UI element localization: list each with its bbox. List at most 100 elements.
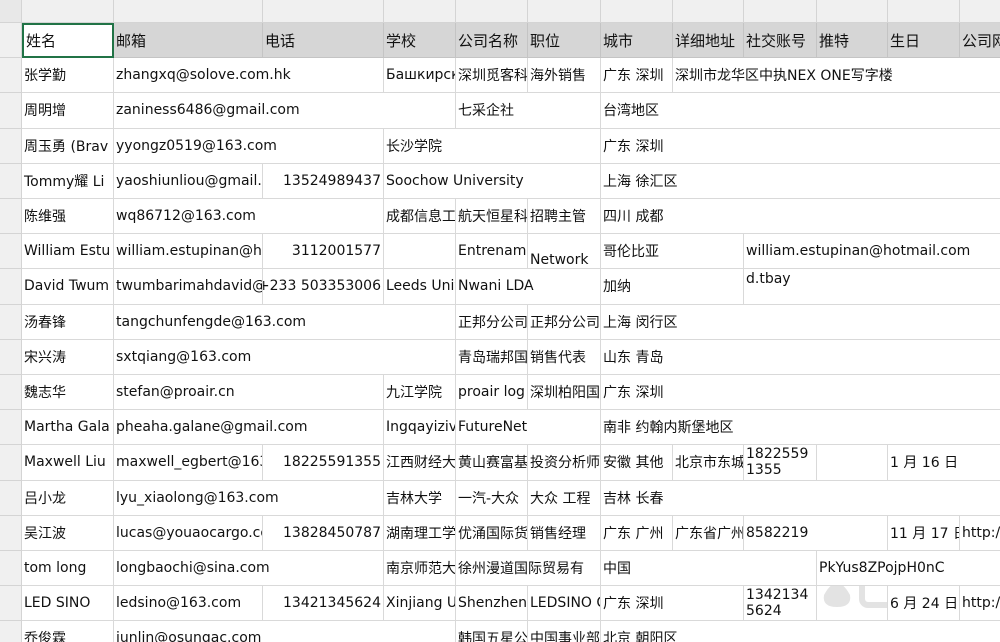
table-cell[interactable]: +233 503353006 bbox=[263, 269, 384, 305]
table-cell[interactable] bbox=[384, 234, 456, 270]
column-header-b[interactable] bbox=[114, 0, 263, 23]
header-cell-l[interactable]: 公司网 bbox=[960, 23, 1000, 59]
header-cell-i[interactable]: 社交账号 bbox=[744, 23, 817, 59]
table-cell[interactable] bbox=[817, 445, 888, 481]
table-cell[interactable]: 广东 深圳 bbox=[601, 375, 1000, 411]
table-cell[interactable]: Shenzhen bbox=[456, 586, 528, 622]
table-cell[interactable] bbox=[817, 586, 888, 622]
table-cell[interactable]: william.estupinan@hotmail.com bbox=[744, 234, 1000, 270]
header-cell-h[interactable]: 详细地址 bbox=[673, 23, 744, 59]
header-cell-g[interactable]: 城市 bbox=[601, 23, 673, 59]
table-cell[interactable]: 18225591355 bbox=[263, 445, 384, 481]
table-cell[interactable]: 台湾地区 bbox=[601, 93, 1000, 129]
table-cell[interactable]: lucas@youaocargo.co bbox=[114, 515, 263, 551]
row-header-13[interactable] bbox=[0, 445, 22, 481]
row-header-3[interactable] bbox=[0, 93, 22, 129]
column-header-a[interactable] bbox=[22, 0, 114, 23]
table-cell[interactable]: 航天恒星科 bbox=[456, 199, 528, 235]
row-header-18[interactable] bbox=[0, 621, 22, 642]
table-cell[interactable]: PkYus8ZPojpH0nC bbox=[817, 551, 1000, 587]
table-cell[interactable]: wq86712@163.com bbox=[114, 199, 384, 235]
row-header-9[interactable] bbox=[0, 304, 22, 340]
table-cell[interactable]: Martha Gala bbox=[22, 410, 114, 446]
table-cell[interactable]: 徐州漫道国际贸易有 bbox=[456, 551, 601, 587]
row-header-17[interactable] bbox=[0, 586, 22, 622]
row-header-1[interactable] bbox=[0, 23, 22, 59]
table-cell[interactable]: 招聘主管 bbox=[528, 199, 601, 235]
table-cell[interactable]: 中国事业部 bbox=[528, 621, 601, 642]
row-header-7[interactable] bbox=[0, 234, 22, 270]
row-header-6[interactable] bbox=[0, 199, 22, 235]
column-header-i[interactable] bbox=[744, 0, 817, 23]
table-cell[interactable]: 11 月 17 日 bbox=[888, 515, 960, 551]
table-cell[interactable]: 青岛瑞邦国 bbox=[456, 339, 528, 375]
table-cell[interactable]: 哥伦比亚 bbox=[601, 234, 744, 270]
column-header-k[interactable] bbox=[888, 0, 960, 23]
table-cell[interactable]: 8582219 bbox=[744, 515, 888, 551]
header-cell-k[interactable]: 生日 bbox=[888, 23, 960, 59]
table-cell[interactable]: 北京市东城 bbox=[673, 445, 744, 481]
column-header-j[interactable] bbox=[817, 0, 888, 23]
table-cell[interactable]: 优涌国际货 bbox=[456, 515, 528, 551]
table-cell[interactable]: Tommy耀 Li bbox=[22, 163, 114, 199]
column-header-e[interactable] bbox=[456, 0, 528, 23]
table-cell[interactable]: yaoshiunliou@gmail. bbox=[114, 163, 263, 199]
table-cell[interactable]: 深圳觅客科 bbox=[456, 58, 528, 94]
table-cell[interactable]: 张学勤 bbox=[22, 58, 114, 94]
table-cell[interactable]: 上海 徐汇区 bbox=[601, 163, 1000, 199]
table-cell[interactable]: zhangxq@solove.com.hk bbox=[114, 58, 384, 94]
table-cell[interactable]: Leeds Univ bbox=[384, 269, 456, 305]
table-cell[interactable]: d.tbay bbox=[744, 269, 1000, 305]
table-cell[interactable]: 13421345624 bbox=[263, 586, 384, 622]
table-cell[interactable]: 上海 闵行区 bbox=[601, 304, 1000, 340]
select-all-corner[interactable] bbox=[0, 0, 22, 23]
table-cell[interactable]: maxwell_egbert@163 bbox=[114, 445, 263, 481]
column-header-f[interactable] bbox=[528, 0, 601, 23]
column-header-d[interactable] bbox=[384, 0, 456, 23]
table-cell[interactable]: 山东 青岛 bbox=[601, 339, 1000, 375]
table-cell[interactable]: 6 月 24 日 bbox=[888, 586, 960, 622]
table-cell[interactable]: 13524989437 bbox=[263, 163, 384, 199]
column-header-g[interactable] bbox=[601, 0, 673, 23]
header-cell-a[interactable]: 姓名 bbox=[22, 23, 114, 59]
row-header-12[interactable] bbox=[0, 410, 22, 446]
table-cell[interactable]: 成都信息工 bbox=[384, 199, 456, 235]
table-cell[interactable]: 湖南理工学 bbox=[384, 515, 456, 551]
table-cell[interactable]: 南京师范大 bbox=[384, 551, 456, 587]
table-cell[interactable]: 安徽 其他 bbox=[601, 445, 673, 481]
table-cell[interactable]: Network bbox=[528, 234, 601, 270]
table-cell[interactable]: 销售代表 bbox=[528, 339, 601, 375]
header-cell-c[interactable]: 电话 bbox=[263, 23, 384, 59]
table-cell[interactable]: 中国 bbox=[601, 551, 817, 587]
table-cell[interactable]: 广东 深圳 bbox=[601, 586, 744, 622]
table-cell[interactable]: longbaochi@sina.com bbox=[114, 551, 384, 587]
table-cell[interactable]: 长沙学院 bbox=[384, 128, 601, 164]
table-cell[interactable]: 大众 工程 bbox=[528, 480, 601, 516]
table-cell[interactable]: tangchunfengde@163.com bbox=[114, 304, 456, 340]
table-cell[interactable]: 乔俊霖 bbox=[22, 621, 114, 642]
table-cell[interactable]: stefan@proair.cn bbox=[114, 375, 384, 411]
table-cell[interactable]: 18225591355 bbox=[744, 445, 817, 481]
table-cell[interactable]: 正邦分公司 bbox=[456, 304, 528, 340]
table-cell[interactable]: william.estupinan@h bbox=[114, 234, 263, 270]
table-cell[interactable]: 四川 成都 bbox=[601, 199, 1000, 235]
table-cell[interactable]: 深圳市龙华区中执NEX ONE写字楼 bbox=[673, 58, 1000, 94]
row-header-10[interactable] bbox=[0, 339, 22, 375]
table-cell[interactable]: 江西财经大 bbox=[384, 445, 456, 481]
table-cell[interactable]: 魏志华 bbox=[22, 375, 114, 411]
table-cell[interactable]: sxtqiang@163.com bbox=[114, 339, 456, 375]
table-cell[interactable]: 周明增 bbox=[22, 93, 114, 129]
table-cell[interactable]: pheaha.galane@gmail.com bbox=[114, 410, 384, 446]
table-cell[interactable]: 销售经理 bbox=[528, 515, 601, 551]
table-cell[interactable]: ledsino@163.com bbox=[114, 586, 263, 622]
table-cell[interactable]: 吉林 长春 bbox=[601, 480, 1000, 516]
table-cell[interactable]: 1 月 16 日 bbox=[888, 445, 1000, 481]
column-header-h[interactable] bbox=[673, 0, 744, 23]
row-header-5[interactable] bbox=[0, 163, 22, 199]
column-header-l[interactable] bbox=[960, 0, 1000, 23]
table-cell[interactable]: http:// bbox=[960, 586, 1000, 622]
row-header-14[interactable] bbox=[0, 480, 22, 516]
table-cell[interactable]: Xinjiang U bbox=[384, 586, 456, 622]
table-cell[interactable]: twumbarimahdavid@ bbox=[114, 269, 263, 305]
table-cell[interactable]: 海外销售 bbox=[528, 58, 601, 94]
